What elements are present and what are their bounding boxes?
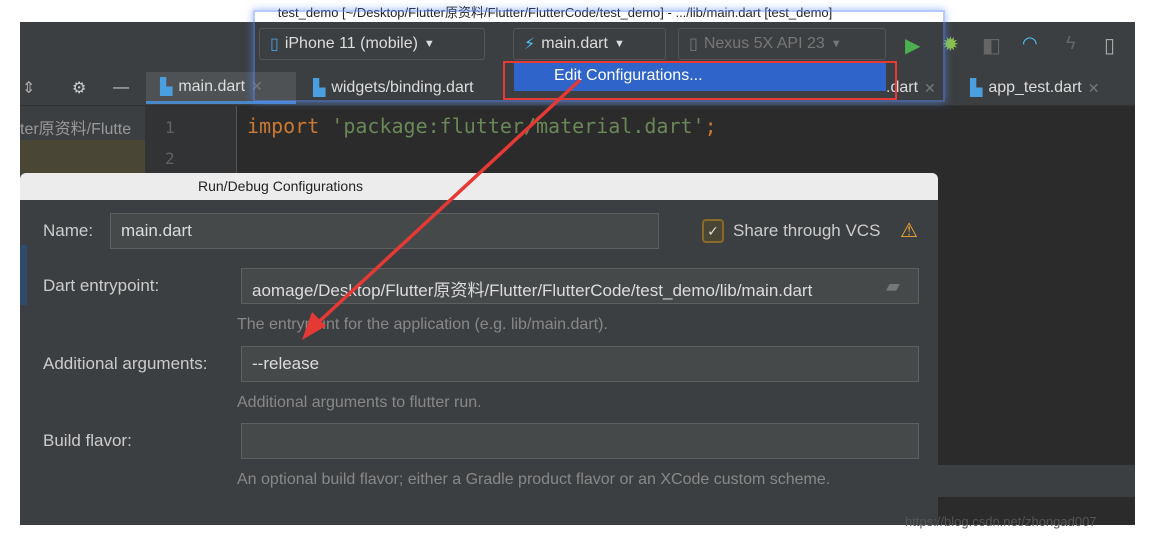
annotation-arrow (302, 78, 582, 340)
watermark: https://blog.csdn.net/zhongad007 (905, 514, 1097, 529)
